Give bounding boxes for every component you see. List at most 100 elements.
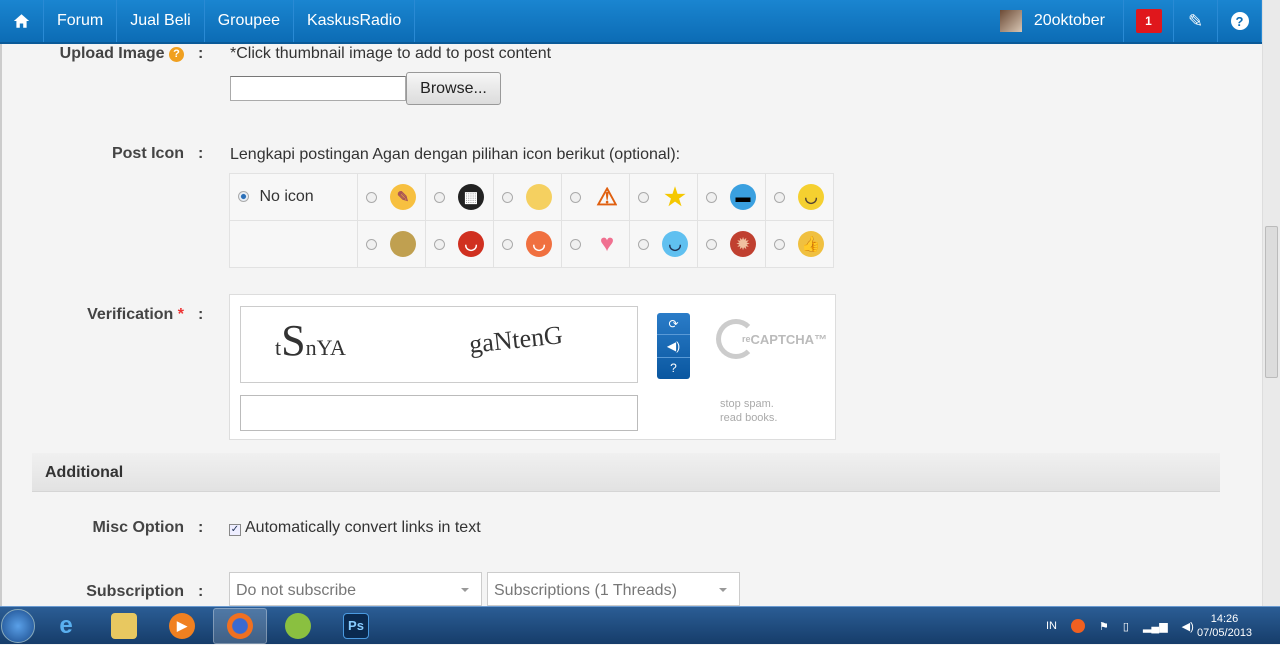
volume-icon[interactable]: ◀) (1182, 620, 1194, 633)
spiky-face-icon: ✹ (730, 231, 756, 257)
post-icon-option-pencil[interactable]: ✎ (357, 173, 426, 221)
notification-badge: 1 (1135, 9, 1162, 33)
clock[interactable]: 14:26 07/05/2013 (1197, 612, 1252, 640)
no-icon-radio[interactable] (238, 191, 249, 203)
subscription-folder-select[interactable]: Subscriptions (1 Threads) (487, 572, 740, 606)
taskbar-app[interactable] (271, 608, 325, 644)
audio-icon[interactable]: ◀) (657, 335, 690, 358)
post-icon-radio[interactable] (366, 239, 377, 250)
post-icon-radio[interactable] (434, 192, 445, 203)
help-icon[interactable]: ? (169, 47, 184, 62)
recaptcha-widget: tSnYA gaNtenG ⟳ ◀) ? re CAPTCHA™ stop spa… (229, 294, 836, 440)
refresh-icon[interactable]: ⟳ (657, 313, 690, 336)
username: 20oktober (1033, 12, 1105, 29)
post-icon-radio[interactable] (774, 192, 785, 203)
home-icon (13, 14, 30, 28)
user-menu[interactable]: 20oktober (990, 0, 1124, 42)
taskbar-media-player[interactable]: ▶ (155, 608, 209, 644)
app-tray-icon[interactable] (1071, 619, 1085, 633)
auto-convert-links-option[interactable]: ✓ Automatically convert links in text (229, 519, 481, 537)
help-icon[interactable]: ? (657, 358, 690, 379)
upload-image-label: Upload Image ? (60, 45, 184, 63)
taskbar-firefox[interactable] (213, 607, 267, 644)
home-button[interactable] (0, 0, 44, 42)
language-indicator[interactable]: IN (1046, 620, 1057, 632)
post-icon-radio[interactable] (706, 192, 717, 203)
nav-jual-beli[interactable]: Jual Beli (117, 0, 205, 42)
scrollbar[interactable] (1262, 0, 1280, 606)
upload-hint: *Click thumbnail image to add to post co… (230, 45, 552, 62)
post-icon-radio[interactable] (570, 192, 581, 203)
checkbox-label: Automatically convert links in text (245, 519, 481, 536)
scrollbar-thumb[interactable] (1265, 226, 1278, 378)
recaptcha-logo: re CAPTCHA™ (716, 319, 827, 359)
windows-taskbar: e ▶ Ps IN ⚑ ▯ ▂▄▆ ◀) 14:26 07/05/2013 (0, 606, 1280, 644)
misc-option-label: Misc Option (92, 519, 184, 536)
laugh-face-icon: ◡ (526, 231, 552, 257)
subscription-mode-select[interactable]: Do not subscribe (229, 572, 482, 606)
captcha-controls: ⟳ ◀) ? (657, 313, 690, 379)
post-icon-picker: No icon ✎ ▦ ⚠ ★ ▬ ◡ ◡ ◡ ♥ ◡ ✹ 👍 (229, 173, 834, 268)
post-icon-radio[interactable] (570, 239, 581, 250)
battery-icon[interactable]: ▯ (1123, 620, 1129, 633)
colon: : (198, 583, 204, 600)
post-icon-option-clapperboard[interactable]: ▦ (425, 173, 494, 221)
pencil-icon: ✎ (390, 184, 416, 210)
nav-forum[interactable]: Forum (44, 0, 118, 42)
post-icon-radio[interactable] (502, 239, 513, 250)
post-icon-option-laugh-face[interactable]: ◡ (493, 220, 562, 268)
post-icon-option-grin-face[interactable]: ◡ (765, 173, 834, 221)
post-icon-option-heart[interactable]: ♥ (561, 220, 630, 268)
help-button[interactable]: ? (1218, 0, 1262, 42)
taskbar-explorer[interactable] (97, 608, 151, 644)
auto-convert-links-checkbox[interactable]: ✓ (229, 524, 241, 536)
post-icon-radio[interactable] (638, 192, 649, 203)
captcha-image: tSnYA gaNtenG (240, 306, 638, 383)
post-icon-radio[interactable] (774, 239, 785, 250)
post-icon-radio[interactable] (434, 239, 445, 250)
new-post-button[interactable]: ✎ (1174, 0, 1218, 42)
post-icon-radio[interactable] (366, 192, 377, 203)
nav-groupee[interactable]: Groupee (205, 0, 294, 42)
poop-icon (390, 231, 416, 257)
system-tray: IN ⚑ ▯ ▂▄▆ ◀) (1046, 607, 1194, 645)
flag-icon[interactable]: ⚑ (1099, 620, 1109, 633)
grin-face-icon: ◡ (798, 184, 824, 210)
post-icon-option-thumbs-up[interactable]: 👍 (765, 220, 834, 268)
thumbs-up-icon: 👍 (798, 231, 824, 257)
post-icon-option-poop[interactable] (357, 220, 426, 268)
no-icon-label: No icon (259, 188, 314, 205)
signal-icon[interactable]: ▂▄▆ (1143, 620, 1168, 633)
post-icon-option-cool-face[interactable]: ▬ (697, 173, 766, 221)
no-icon-option[interactable]: No icon (229, 173, 358, 221)
colon: : (198, 519, 204, 536)
verification-label: Verification * (87, 306, 184, 323)
post-icon-radio[interactable] (502, 192, 513, 203)
subscription-label: Subscription (86, 583, 184, 600)
colon: : (198, 45, 204, 62)
post-icon-option-happy-blue-face[interactable]: ◡ (629, 220, 698, 268)
colon: : (198, 145, 204, 162)
avatar (999, 10, 1022, 32)
post-icon-option-star[interactable]: ★ (629, 173, 698, 221)
taskbar-photoshop[interactable]: Ps (329, 608, 383, 644)
cool-face-icon: ▬ (730, 184, 756, 210)
notifications-button[interactable]: 1 (1124, 0, 1174, 42)
post-icon-radio[interactable] (706, 239, 717, 250)
recaptcha-tagline: stop spam. read books. (720, 398, 778, 424)
empty-cell (229, 220, 358, 268)
warning-icon: ⚠ (596, 183, 618, 211)
browse-button[interactable]: Browse... (406, 72, 501, 105)
taskbar-ie[interactable]: e (39, 608, 93, 644)
post-icon-option-warning[interactable]: ⚠ (561, 173, 630, 221)
post-icon-option-spiky-face[interactable]: ✹ (697, 220, 766, 268)
post-icon-radio[interactable] (638, 239, 649, 250)
start-button[interactable] (1, 608, 35, 643)
colon: : (198, 306, 204, 323)
nav-kaskusradio[interactable]: KaskusRadio (294, 0, 416, 42)
post-icon-option-lightbulb[interactable] (493, 173, 562, 221)
captcha-input[interactable] (240, 395, 638, 431)
file-input[interactable] (230, 76, 406, 101)
clapperboard-icon: ▦ (458, 184, 484, 210)
post-icon-option-angry-face[interactable]: ◡ (425, 220, 494, 268)
